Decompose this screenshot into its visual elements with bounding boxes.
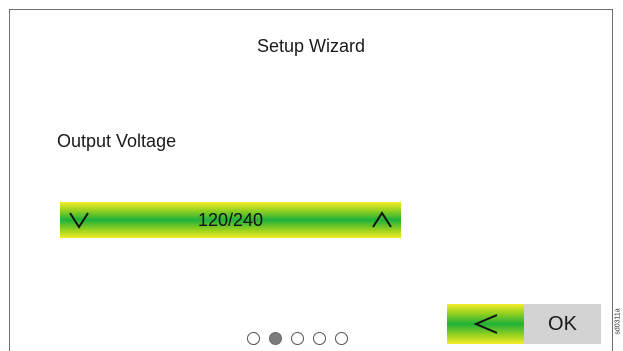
chevron-up-icon: [372, 211, 392, 228]
output-voltage-value: 120/240: [197, 209, 264, 230]
page-dot: [291, 332, 304, 345]
output-voltage-stepper: 120/240: [60, 202, 401, 238]
chevron-down-icon: [69, 212, 89, 229]
ok-button[interactable]: OK: [524, 304, 601, 344]
page-dot: [247, 332, 260, 345]
wizard-screen: Setup Wizard Output Voltage 120/240 OK: [9, 9, 613, 351]
figure-code: sd0311a: [614, 296, 623, 351]
figure-code-text: sd0311a: [614, 308, 622, 335]
back-button[interactable]: [447, 304, 524, 344]
page-dot: [313, 332, 326, 345]
page-dot-current: [269, 332, 282, 345]
page-dot: [335, 332, 348, 345]
page-indicator: [247, 332, 348, 345]
chevron-left-icon: [472, 314, 497, 334]
output-voltage-label: Output Voltage: [57, 131, 177, 151]
decrease-button[interactable]: [60, 202, 98, 238]
increase-button[interactable]: [363, 202, 401, 238]
page-title: Setup Wizard: [256, 36, 366, 56]
